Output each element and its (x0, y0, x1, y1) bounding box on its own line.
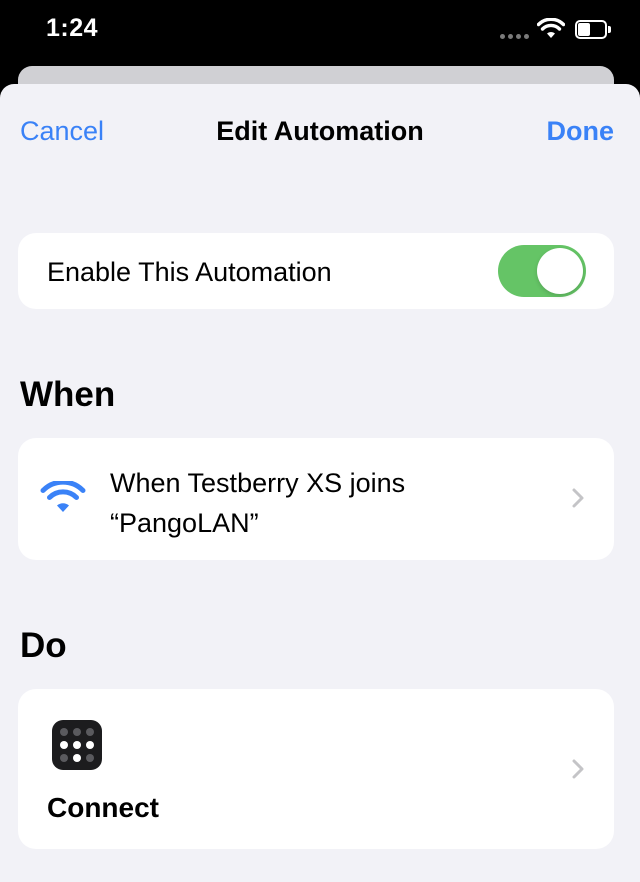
trigger-line-2: “PangoLAN” (110, 508, 259, 538)
status-bar: 1:24 (0, 0, 640, 66)
section-header-when: When (20, 375, 116, 414)
trigger-line-1: When Testberry XS joins (110, 468, 406, 498)
chevron-right-icon (572, 488, 584, 508)
action-row[interactable]: Connect (18, 689, 614, 849)
trigger-row[interactable]: When Testberry XS joins “PangoLAN” (18, 438, 614, 560)
battery-icon (575, 20, 611, 39)
toggle-knob (537, 248, 583, 294)
section-header-do: Do (20, 626, 67, 665)
keypad-icon (52, 720, 102, 770)
enable-automation-toggle[interactable] (498, 245, 586, 297)
enable-automation-label: Enable This Automation (47, 257, 332, 287)
trigger-description: When Testberry XS joins “PangoLAN” (110, 463, 510, 543)
chevron-right-icon (572, 759, 584, 779)
cancel-button[interactable]: Cancel (20, 116, 104, 147)
wifi-icon (40, 481, 86, 512)
enable-automation-row: Enable This Automation (18, 233, 614, 309)
signal-dots-icon (500, 34, 529, 39)
status-time: 1:24 (46, 14, 99, 42)
wifi-icon (537, 18, 565, 38)
done-button[interactable]: Done (547, 116, 615, 147)
action-label: Connect (47, 792, 159, 823)
